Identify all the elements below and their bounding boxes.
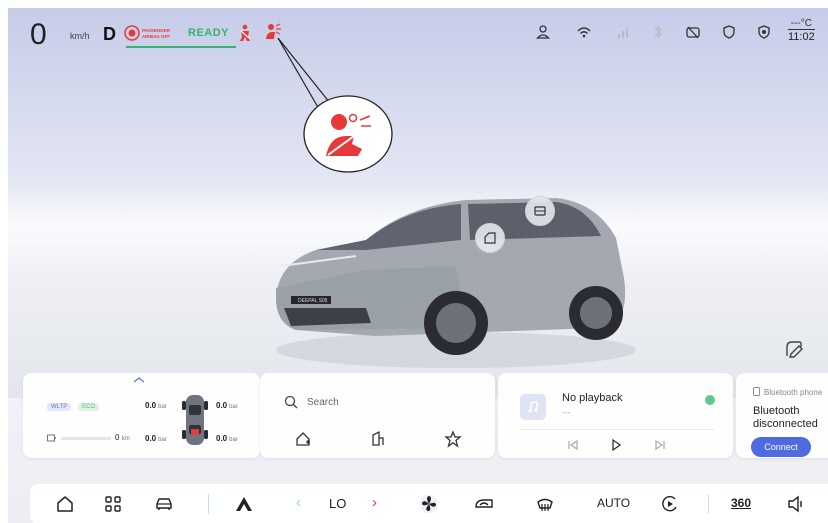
- chevron-up-icon[interactable]: [133, 377, 145, 383]
- home-nav-icon[interactable]: [294, 430, 312, 448]
- search-input[interactable]: Search: [307, 397, 339, 408]
- door-control-hotspot[interactable]: [475, 223, 505, 253]
- defrost-icon[interactable]: [535, 494, 555, 514]
- volume-icon[interactable]: [786, 494, 806, 514]
- vehicle-home-screen: 0 km/h D PASSENGER AIRBAG OFF READY ---°…: [8, 8, 828, 523]
- dock-separator: [208, 494, 209, 514]
- ready-indicator: READY: [188, 27, 230, 39]
- bluetooth-icon[interactable]: [650, 24, 666, 40]
- tire-pressure-fr: 0.0 bar: [216, 401, 238, 410]
- seatbelt-warning-callout: [277, 38, 393, 173]
- svg-text:PASSENGER: PASSENGER: [142, 28, 171, 33]
- gear-indicator: D: [103, 24, 116, 44]
- cellular-signal-icon[interactable]: [615, 24, 631, 40]
- window-icon: [534, 206, 546, 216]
- tire-fr-unit: bar: [229, 404, 238, 410]
- recirculation-icon[interactable]: [474, 494, 494, 514]
- eco-tag[interactable]: ECO: [78, 403, 100, 411]
- temperature-clock: ---°C 11:02: [788, 18, 815, 43]
- tire-rr-unit: bar: [229, 437, 238, 443]
- phone-icon: [753, 387, 760, 396]
- cruise-control-icon[interactable]: [660, 494, 680, 514]
- speed-readout: 0: [30, 18, 47, 51]
- play-icon[interactable]: [609, 438, 623, 452]
- album-art-placeholder[interactable]: [520, 394, 546, 420]
- energy-tire-card[interactable]: WLTP ECO 0 km 0.0 bar 0.0 bar 0.0 bar 0.0 ba…: [23, 373, 260, 458]
- fan-icon[interactable]: [419, 494, 439, 514]
- vehicle-3d-model[interactable]: DEEPAL S05: [256, 178, 636, 378]
- bluetooth-phone-label: Bluetooth phone: [764, 388, 823, 397]
- clock: 11:02: [788, 31, 815, 43]
- wltp-tag[interactable]: WLTP: [47, 403, 72, 411]
- media-divider: [520, 429, 714, 430]
- assistant-icon[interactable]: [783, 338, 805, 360]
- display-off-icon[interactable]: [685, 24, 701, 40]
- fan-level: LO: [329, 496, 347, 511]
- range-unit: km: [121, 436, 130, 442]
- window-control-hotspot[interactable]: [525, 196, 555, 226]
- view-360-button[interactable]: 360: [731, 496, 751, 510]
- seatbelt-warning-icon: [240, 24, 250, 41]
- track-subtitle: ---: [562, 408, 570, 417]
- tire-rr-value: 0.0: [216, 434, 228, 443]
- media-source-icon[interactable]: [705, 395, 715, 405]
- home-icon[interactable]: [55, 494, 75, 514]
- company-nav-icon[interactable]: [369, 430, 387, 448]
- shield-icon[interactable]: [721, 24, 737, 40]
- tire-fl-unit: bar: [158, 404, 167, 410]
- connect-button[interactable]: Connect: [751, 437, 811, 457]
- next-track-icon[interactable]: [653, 438, 667, 452]
- auto-climate-button[interactable]: AUTO: [597, 496, 630, 510]
- tire-pressure-fl: 0.0 bar: [145, 401, 167, 410]
- vehicle-settings-icon[interactable]: [154, 494, 174, 514]
- tire-fl-value: 0.0: [145, 401, 157, 410]
- favorites-star-icon[interactable]: [444, 430, 462, 448]
- svg-text:DEEPAL S05: DEEPAL S05: [298, 298, 328, 304]
- outside-temperature: ---°C: [788, 18, 815, 30]
- app-grid-icon[interactable]: [103, 494, 123, 514]
- user-profile-icon[interactable]: [535, 24, 551, 40]
- tire-pressure-rl: 0.0 bar: [145, 434, 167, 443]
- tire-rl-unit: bar: [158, 437, 167, 443]
- search-icon[interactable]: [284, 395, 298, 409]
- tire-rl-value: 0.0: [145, 434, 157, 443]
- ready-underline: [126, 46, 236, 48]
- previous-track-icon[interactable]: [566, 438, 580, 452]
- brand-logo-icon[interactable]: [234, 494, 254, 514]
- passenger-airbag-off-icon: PASSENGER AIRBAG OFF: [124, 25, 171, 41]
- range-readout: 0 km: [115, 433, 130, 442]
- music-note-icon: [528, 401, 538, 413]
- fan-decrease-button[interactable]: ‹: [296, 494, 301, 511]
- battery-icon: [47, 434, 56, 442]
- tire-pressure-rr: 0.0 bar: [216, 434, 238, 443]
- track-title: No playback: [562, 392, 623, 404]
- bluetooth-status: Bluetooth disconnected: [753, 405, 818, 430]
- car-topview-icon: [182, 395, 208, 445]
- tire-fr-value: 0.0: [216, 401, 228, 410]
- fan-increase-button[interactable]: ›: [372, 494, 377, 511]
- speed-unit: km/h: [70, 31, 90, 41]
- range-value: 0: [115, 433, 120, 442]
- door-icon: [484, 232, 496, 244]
- security-badge-icon[interactable]: [756, 24, 772, 40]
- wifi-icon[interactable]: [576, 24, 592, 40]
- svg-text:AIRBAG OFF: AIRBAG OFF: [142, 34, 170, 39]
- range-bar: [61, 437, 111, 440]
- dock-separator: [708, 494, 709, 514]
